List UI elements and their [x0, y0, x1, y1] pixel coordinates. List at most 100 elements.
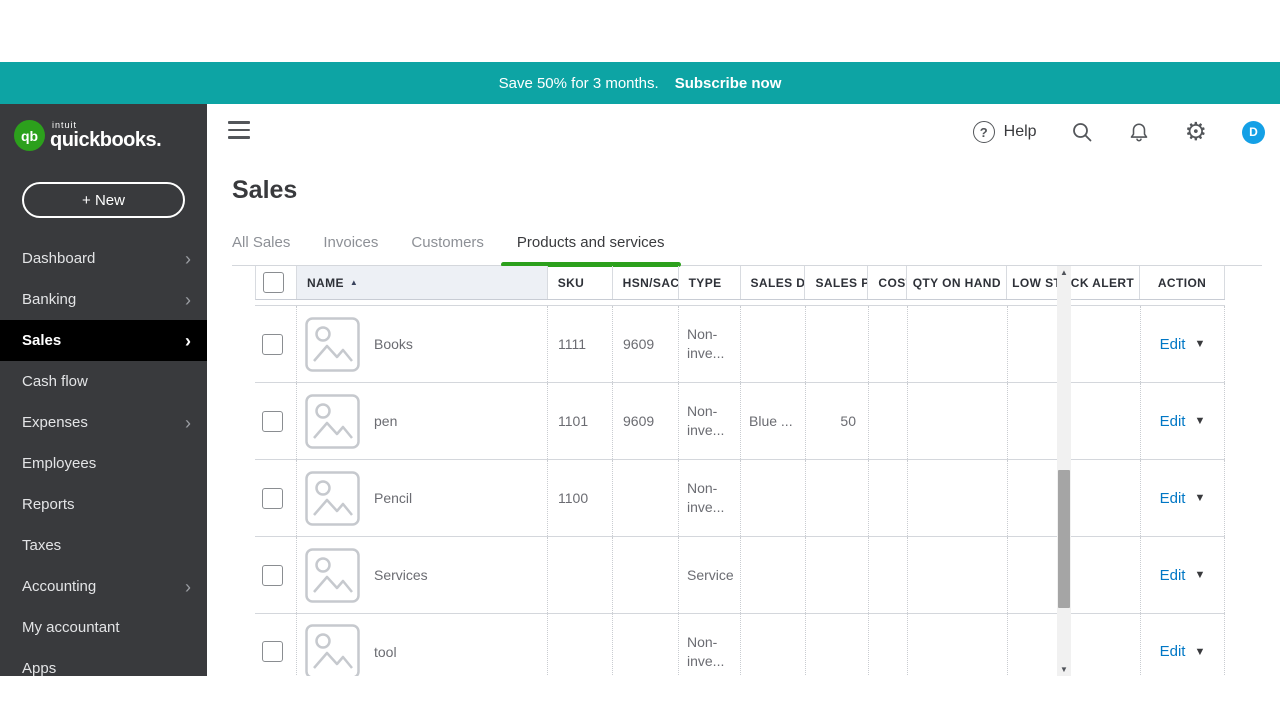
edit-dropdown-caret-icon[interactable]: ▼: [1194, 338, 1205, 350]
cell-sku: 1100: [547, 460, 612, 536]
row-checkbox[interactable]: [262, 487, 283, 509]
edit-button[interactable]: Edit: [1160, 336, 1186, 353]
sidebar-item-my-accountant[interactable]: My accountant ›: [0, 607, 207, 648]
brand-quickbooks: quickbooks.: [50, 129, 162, 151]
table-row: pen 1101 9609 Non-inve... Blue ... 50 Ed…: [255, 382, 1225, 459]
row-checkbox[interactable]: [262, 410, 283, 432]
column-header-low[interactable]: LOW STOCK ALERT: [1007, 266, 1141, 299]
search-icon[interactable]: [1071, 121, 1093, 143]
column-header-type[interactable]: TYPE: [679, 266, 741, 299]
cell-sales-price: [805, 306, 868, 382]
edit-button[interactable]: Edit: [1160, 643, 1186, 660]
scroll-down-arrow-icon[interactable]: ▼: [1057, 663, 1071, 676]
sidebar: qb intuit quickbooks. + New Dashboard › …: [0, 104, 207, 676]
cell-type: Non-inve...: [678, 383, 740, 459]
row-checkbox[interactable]: [262, 333, 283, 355]
sidebar-item-employees[interactable]: Employees ›: [0, 443, 207, 484]
column-header-sdesc[interactable]: SALES DE: [741, 266, 806, 299]
column-header-hsn[interactable]: HSN/SAC: [613, 266, 679, 299]
sidebar-item-reports[interactable]: Reports ›: [0, 484, 207, 525]
settings-gear-icon[interactable]: ⚙: [1185, 119, 1207, 145]
vertical-scrollbar[interactable]: ▲ ▼: [1057, 266, 1071, 676]
promo-text: Save 50% for 3 months.: [498, 74, 659, 92]
scroll-up-arrow-icon[interactable]: ▲: [1057, 266, 1071, 279]
cell-type: Non-inve...: [678, 306, 740, 382]
user-avatar[interactable]: D: [1242, 120, 1265, 144]
tab-customers[interactable]: Customers: [411, 232, 484, 265]
cell-sku: [547, 614, 612, 676]
cell-sales-description: Blue ...: [740, 383, 805, 459]
cell-action: Edit ▼: [1140, 306, 1225, 382]
sidebar-nav: Dashboard › Banking › Sales › Cash flow …: [0, 238, 207, 676]
cell-qty-on-hand: [907, 614, 1007, 676]
promo-banner: Save 50% for 3 months. Subscribe now: [0, 62, 1280, 104]
edit-dropdown-caret-icon[interactable]: ▼: [1194, 569, 1205, 581]
sidebar-item-label: Dashboard: [22, 250, 96, 267]
edit-dropdown-caret-icon[interactable]: ▼: [1194, 492, 1205, 504]
sidebar-item-dashboard[interactable]: Dashboard ›: [0, 238, 207, 279]
cell-cost: [868, 383, 907, 459]
cell-cost: [868, 306, 907, 382]
cell-action: Edit ▼: [1140, 383, 1225, 459]
cell-cost: [868, 614, 907, 676]
column-header-action[interactable]: ACTION: [1140, 266, 1225, 299]
help-button[interactable]: ? Help: [972, 121, 1037, 143]
sidebar-item-banking[interactable]: Banking ›: [0, 279, 207, 320]
select-all-cell: [256, 266, 297, 299]
column-header-cost[interactable]: COST: [868, 266, 908, 299]
sidebar-item-cash-flow[interactable]: Cash flow ›: [0, 361, 207, 402]
sidebar-item-apps[interactable]: Apps ›: [0, 648, 207, 676]
column-header-sku[interactable]: SKU: [548, 266, 613, 299]
edit-dropdown-caret-icon[interactable]: ▼: [1194, 415, 1205, 427]
sidebar-item-expenses[interactable]: Expenses ›: [0, 402, 207, 443]
cell-qty-on-hand: [907, 383, 1007, 459]
sales-tabs: All Sales Invoices Customers Products an…: [232, 232, 1262, 267]
row-checkbox[interactable]: [262, 641, 283, 662]
row-checkbox[interactable]: [262, 564, 283, 586]
cell-qty-on-hand: [907, 537, 1007, 613]
edit-button[interactable]: Edit: [1160, 413, 1186, 430]
sidebar-item-accounting[interactable]: Accounting ›: [0, 566, 207, 607]
scrollbar-thumb[interactable]: [1058, 470, 1070, 608]
column-header-qty[interactable]: QTY ON HAND: [907, 266, 1008, 299]
cell-sales-description: [740, 306, 805, 382]
cell-name: Pencil: [296, 460, 547, 536]
cell-low-stock-alert: [1007, 614, 1140, 676]
edit-dropdown-caret-icon[interactable]: ▼: [1194, 646, 1205, 658]
cell-name: Books: [296, 306, 547, 382]
cell-qty-on-hand: [907, 460, 1007, 536]
table-row: Books 1111 9609 Non-inve... Edit ▼: [255, 305, 1225, 382]
tab-products-and-services[interactable]: Products and services: [500, 232, 681, 267]
column-header-sprice[interactable]: SALES PR: [805, 266, 869, 299]
table-row: Pencil 1100 Non-inve... Edit ▼: [255, 459, 1225, 536]
tab-invoices[interactable]: Invoices: [323, 232, 378, 265]
cell-sales-price: 50: [805, 383, 868, 459]
column-header-name[interactable]: NAME ▲: [296, 266, 548, 299]
table-row: tool Non-inve... Edit ▼: [255, 613, 1225, 676]
select-all-checkbox[interactable]: [263, 272, 284, 293]
product-image-placeholder-icon: [305, 316, 360, 372]
sidebar-item-label: Banking: [22, 291, 77, 308]
sidebar-item-taxes[interactable]: Taxes ›: [0, 525, 207, 566]
subscribe-now-link[interactable]: Subscribe now: [675, 75, 782, 92]
products-table: NAME▲SKUHSN/SACTYPESALES DESALES PRCOSTQ…: [255, 266, 1225, 676]
notifications-bell-icon[interactable]: [1128, 121, 1150, 144]
cell-name: pen: [296, 383, 547, 459]
tab-all-sales[interactable]: All Sales: [232, 232, 290, 265]
chevron-right-icon: ›: [185, 289, 191, 310]
qb-logo-icon: qb: [14, 120, 45, 151]
table-body: Books 1111 9609 Non-inve... Edit ▼ pen 1…: [255, 305, 1225, 676]
cell-low-stock-alert: [1007, 460, 1140, 536]
cell-low-stock-alert: [1007, 306, 1140, 382]
edit-button[interactable]: Edit: [1160, 490, 1186, 507]
cell-sales-price: [805, 460, 868, 536]
edit-button[interactable]: Edit: [1160, 567, 1186, 584]
new-button[interactable]: + New: [22, 182, 185, 218]
cell-action: Edit ▼: [1140, 460, 1225, 536]
cell-qty-on-hand: [907, 306, 1007, 382]
sidebar-item-sales[interactable]: Sales ›: [0, 320, 207, 361]
chevron-right-icon: ›: [185, 412, 191, 433]
cell-low-stock-alert: [1007, 537, 1140, 613]
hamburger-menu-icon[interactable]: [228, 121, 250, 140]
cell-low-stock-alert: [1007, 383, 1140, 459]
